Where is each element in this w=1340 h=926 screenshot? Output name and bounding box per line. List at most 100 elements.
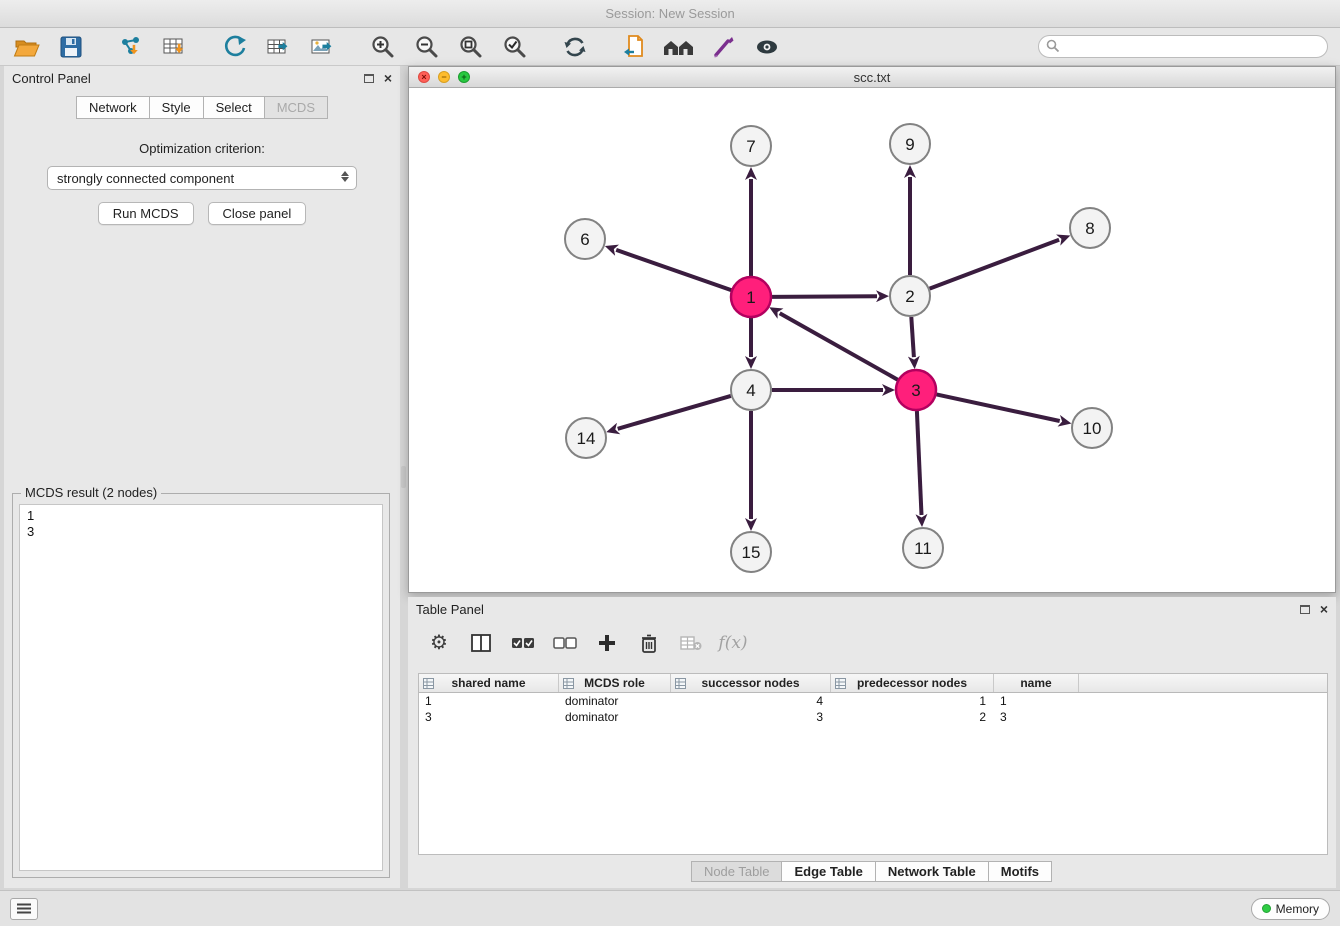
network-canvas[interactable]: 7 9 6 8 1 2 4 3 14 10 15 11	[409, 88, 1335, 592]
apply-layout-button[interactable]	[558, 31, 592, 63]
mcds-result-line: 3	[27, 524, 375, 540]
delete-row-icon[interactable]	[636, 631, 662, 655]
edge-4-14[interactable]	[618, 396, 731, 429]
edge-3-10[interactable]	[937, 394, 1060, 421]
zoom-in-button[interactable]	[366, 31, 400, 63]
edge-2-8[interactable]	[930, 240, 1060, 289]
node-14[interactable]: 14	[566, 418, 606, 458]
vertical-splitter[interactable]	[400, 66, 408, 888]
close-panel-icon[interactable]: ×	[384, 73, 392, 83]
tab-network-table[interactable]: Network Table	[875, 861, 989, 882]
cell-predecessor-nodes[interactable]: 2	[831, 710, 994, 724]
memory-button[interactable]: Memory	[1251, 898, 1330, 920]
unchecked-boxes-icon	[553, 635, 577, 651]
delete-column-icon[interactable]	[678, 631, 704, 655]
zoom-fit-button[interactable]	[454, 31, 488, 63]
run-mcds-button[interactable]: Run MCDS	[98, 202, 194, 225]
close-window-icon[interactable]: ×	[418, 71, 430, 83]
node-label: 8	[1085, 219, 1094, 238]
network-window-titlebar[interactable]: scc.txt × − +	[409, 67, 1335, 88]
mcds-result-list[interactable]: 1 3	[19, 504, 383, 871]
add-row-icon[interactable]	[594, 631, 620, 655]
zoom-selected-button[interactable]	[498, 31, 532, 63]
float-panel-icon[interactable]	[364, 74, 374, 83]
cell-name[interactable]: 3	[994, 710, 1079, 724]
open-session-button[interactable]	[10, 31, 44, 63]
zoom-out-button[interactable]	[410, 31, 444, 63]
table-row[interactable]: 1 dominator 4 1 1	[419, 693, 1327, 709]
table-settings-gear-icon[interactable]: ⚙	[426, 631, 452, 655]
column-header-mcds-role[interactable]: MCDS role	[559, 674, 671, 692]
select-all-icon[interactable]	[510, 631, 536, 655]
cell-name[interactable]: 1	[994, 694, 1079, 708]
show-graphics-details-button[interactable]	[750, 31, 784, 63]
export-table-button[interactable]	[262, 31, 296, 63]
column-header-predecessor-nodes[interactable]: predecessor nodes	[831, 674, 994, 692]
criterion-select[interactable]: strongly connected component	[47, 166, 357, 190]
import-network-button[interactable]	[114, 31, 148, 63]
deselect-all-icon[interactable]	[552, 631, 578, 655]
node-4[interactable]: 4	[731, 370, 771, 410]
node-1[interactable]: 1	[731, 277, 771, 317]
function-builder-icon[interactable]: f(x)	[720, 631, 746, 655]
column-visibility-icon[interactable]	[468, 631, 494, 655]
cell-successor-nodes[interactable]: 4	[671, 694, 831, 708]
export-network-button[interactable]	[218, 31, 252, 63]
save-session-button[interactable]	[54, 31, 88, 63]
cell-mcds-role[interactable]: dominator	[559, 710, 671, 724]
tab-edge-table[interactable]: Edge Table	[781, 861, 875, 882]
node-label: 7	[746, 137, 755, 156]
edge-2-3[interactable]	[911, 317, 914, 357]
close-table-panel-icon[interactable]: ×	[1320, 604, 1328, 614]
column-label: name	[1020, 676, 1051, 690]
cell-mcds-role[interactable]: dominator	[559, 694, 671, 708]
column-header-name[interactable]: name	[994, 674, 1079, 692]
export-image-button[interactable]	[306, 31, 340, 63]
close-panel-button[interactable]: Close panel	[208, 202, 307, 225]
cell-predecessor-nodes[interactable]: 1	[831, 694, 994, 708]
node-10[interactable]: 10	[1072, 408, 1112, 448]
zoom-fit-icon	[458, 34, 484, 60]
ndex-home-button[interactable]	[662, 31, 696, 63]
node-3[interactable]: 3	[896, 370, 936, 410]
open-folder-icon	[13, 34, 41, 60]
node-7[interactable]: 7	[731, 126, 771, 166]
edge-3-11[interactable]	[917, 411, 922, 515]
import-table-button[interactable]	[158, 31, 192, 63]
column-header-shared-name[interactable]: shared name	[419, 674, 559, 692]
apply-style-button[interactable]	[706, 31, 740, 63]
edge-3-1[interactable]	[780, 313, 898, 380]
tab-motifs[interactable]: Motifs	[988, 861, 1052, 882]
node-9[interactable]: 9	[890, 124, 930, 164]
home-icon	[662, 34, 696, 60]
node-2[interactable]: 2	[890, 276, 930, 316]
node-6[interactable]: 6	[565, 219, 605, 259]
float-table-panel-icon[interactable]	[1300, 605, 1310, 614]
edge-1-6[interactable]	[616, 250, 731, 290]
node-11[interactable]: 11	[903, 528, 943, 568]
cell-shared-name[interactable]: 1	[419, 694, 559, 708]
node-label: 15	[742, 543, 761, 562]
node-label: 3	[911, 381, 920, 400]
minimize-window-icon[interactable]: −	[438, 71, 450, 83]
zoom-window-icon[interactable]: +	[458, 71, 470, 83]
tab-style[interactable]: Style	[149, 96, 204, 119]
splitter-handle[interactable]	[401, 466, 406, 488]
node-8[interactable]: 8	[1070, 208, 1110, 248]
tab-network[interactable]: Network	[76, 96, 150, 119]
show-panel-button[interactable]	[10, 898, 38, 920]
network-from-selection-button[interactable]	[618, 31, 652, 63]
tab-mcds[interactable]: MCDS	[264, 96, 328, 119]
edge-1-2[interactable]	[772, 296, 877, 297]
memory-label: Memory	[1276, 902, 1319, 916]
tab-node-table[interactable]: Node Table	[691, 861, 783, 882]
column-header-successor-nodes[interactable]: successor nodes	[671, 674, 831, 692]
optimization-criterion-label: Optimization criterion:	[4, 141, 400, 156]
control-panel: Control Panel × Network Style Select MCD…	[4, 66, 400, 888]
table-row[interactable]: 3 dominator 3 2 3	[419, 709, 1327, 725]
node-15[interactable]: 15	[731, 532, 771, 572]
cell-successor-nodes[interactable]: 3	[671, 710, 831, 724]
search-input[interactable]	[1038, 35, 1328, 58]
cell-shared-name[interactable]: 3	[419, 710, 559, 724]
tab-select[interactable]: Select	[203, 96, 265, 119]
